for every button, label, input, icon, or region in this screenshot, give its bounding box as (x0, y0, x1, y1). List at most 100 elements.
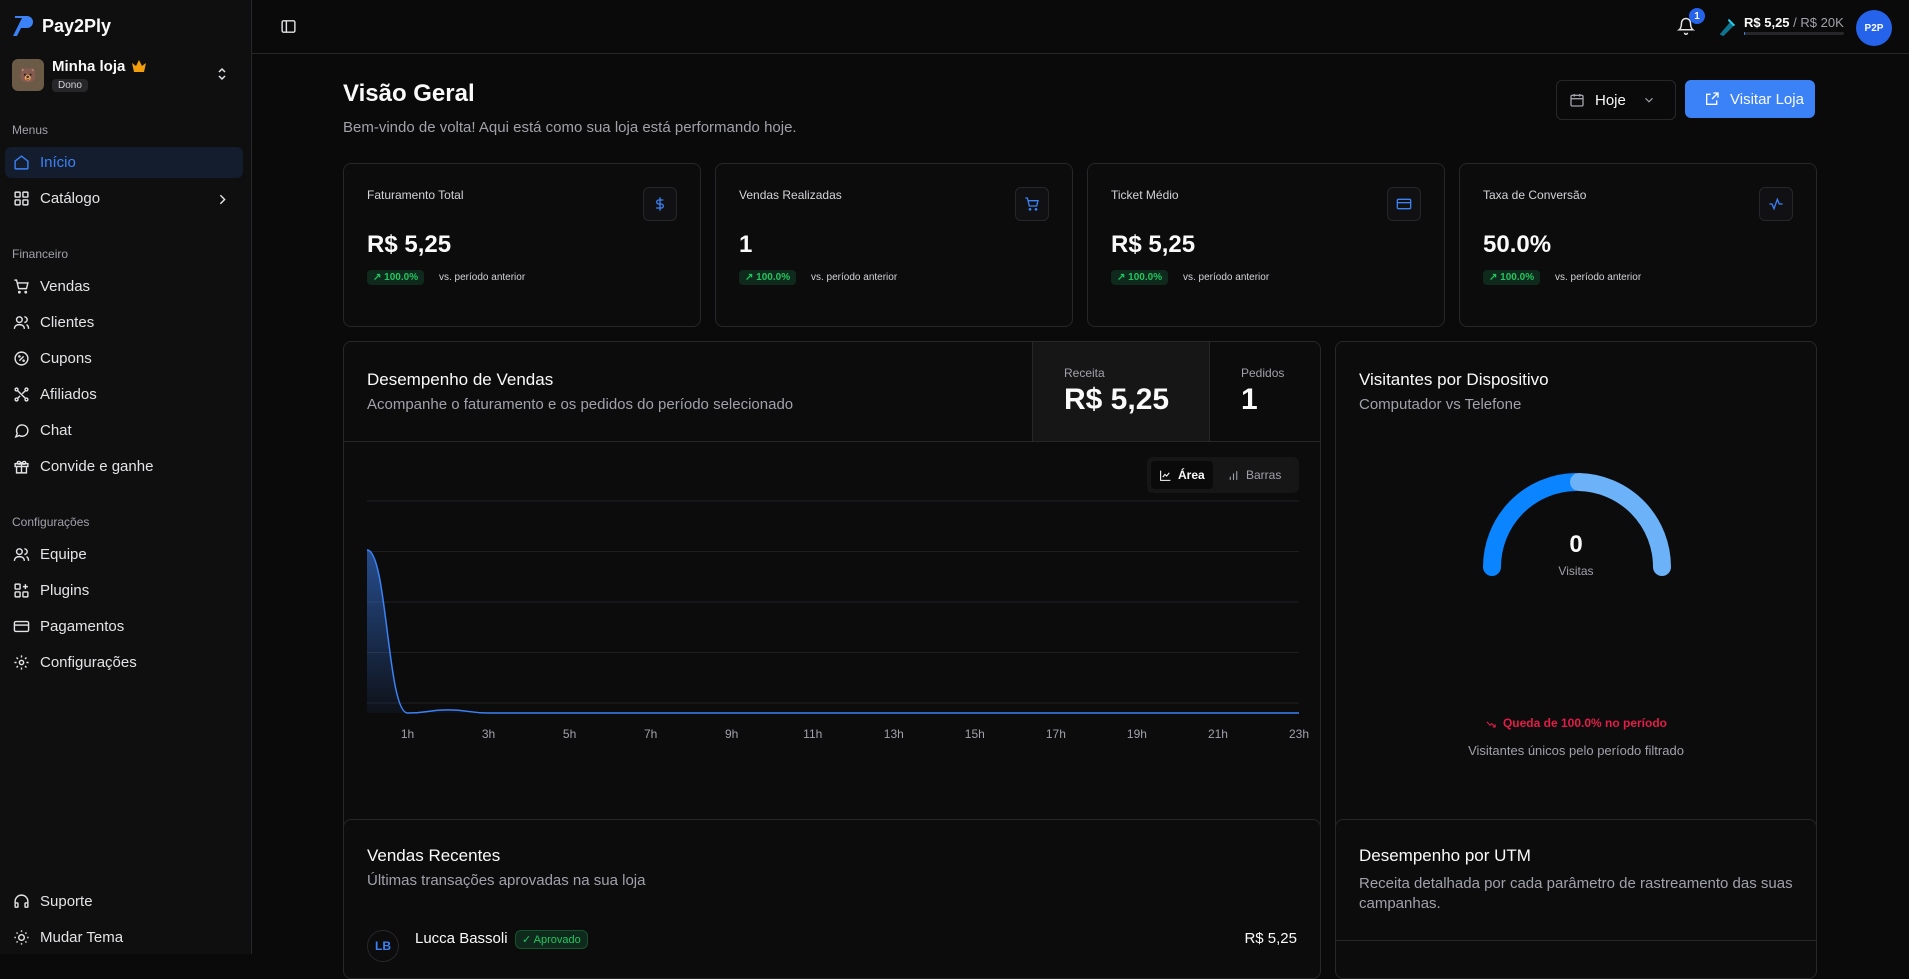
x-tick-label: 5h (562, 727, 577, 741)
visits-footnote: Visitantes únicos pelo período filtrado (1468, 743, 1684, 758)
sidebar-item-label: Mudar Tema (40, 929, 124, 946)
stat-card-sales: Vendas Realizadas 1 ↗ 100.0% vs. período… (715, 163, 1073, 327)
recent-sales-subtitle: Últimas transações aprovadas na sua loja (367, 872, 646, 889)
stat-comparison: vs. período anterior (439, 272, 526, 283)
sales-performance-card: Desempenho de Vendas Acompanhe o faturam… (343, 341, 1321, 859)
x-tick-label: 7h (643, 727, 658, 741)
stat-value: 50.0% (1483, 231, 1552, 258)
sidebar-item-chat[interactable]: Chat (5, 415, 243, 446)
goal-current: R$ 5,25 (1744, 15, 1790, 30)
visits-drop-indicator: Queda de 100.0% no período (1336, 716, 1816, 730)
stat-change-badge: ↗ 100.0% (739, 270, 797, 285)
stat-change: 100.0% (1500, 272, 1535, 283)
goal-progress-fill (1744, 32, 1745, 35)
calendar-icon (1570, 94, 1584, 107)
store-name: Minha loja (52, 57, 126, 75)
visits-label: Visitas (1558, 564, 1594, 578)
utm-subtitle: Receita detalhada por cada parâmetro de … (1359, 875, 1793, 912)
sidebar-item-convide[interactable]: Convide e ganhe (5, 451, 243, 482)
sidebar-toggle-icon[interactable] (280, 18, 297, 35)
x-tick-label: 9h (725, 727, 739, 741)
stat-label: Faturamento Total (367, 188, 464, 202)
sidebar-item-afiliados[interactable]: Afiliados (5, 379, 243, 410)
devices-subtitle: Computador vs Telefone (1359, 396, 1522, 413)
chevrons-up-down-icon (218, 67, 226, 81)
visit-store-label: Visitar Loja (1730, 90, 1804, 108)
x-tick-label: 17h (1045, 727, 1066, 741)
stat-change-badge: ↗ 100.0% (1111, 270, 1169, 285)
sidebar-item-label: Cupons (40, 350, 92, 367)
customer-avatar: LB (367, 930, 399, 962)
user-avatar[interactable]: P2P (1856, 10, 1892, 46)
sidebar-item-cupons[interactable]: Cupons (5, 343, 243, 374)
sidebar-item-label: Clientes (40, 314, 95, 331)
visits-total: 0 (1569, 531, 1583, 558)
notification-count-badge: 1 (1689, 8, 1705, 24)
divider (1336, 940, 1816, 941)
store-switcher[interactable]: 🐻 Minha loja Dono (12, 58, 236, 92)
stat-card-ticket: Ticket Médio R$ 5,25 ↗ 100.0% vs. períod… (1087, 163, 1445, 327)
main-content: Visão Geral Bem-vindo de volta! Aqui est… (252, 54, 1909, 979)
recent-sales-title: Vendas Recentes (367, 846, 501, 865)
team-icon (13, 548, 30, 561)
sidebar-item-mudar-tema[interactable]: Mudar Tema (5, 922, 243, 953)
stat-change-badge: ↗ 100.0% (1483, 270, 1541, 285)
logo-icon (13, 16, 33, 36)
sidebar-item-equipe[interactable]: Equipe (5, 539, 243, 570)
sidebar-item-plugins[interactable]: Plugins (5, 575, 243, 606)
x-tick-label: 21h (1207, 727, 1228, 741)
gear-icon (14, 655, 29, 670)
sidebar-item-inicio[interactable]: Início (5, 147, 243, 178)
sale-amount: R$ 5,25 (1244, 930, 1297, 947)
stat-comparison: vs. período anterior (1555, 272, 1642, 283)
stat-change: 100.0% (756, 272, 791, 283)
goal-target: / R$ 20K (1789, 15, 1844, 30)
card-icon (1387, 187, 1421, 221)
crown-icon (132, 60, 147, 72)
customer-name: Lucca Bassoli (415, 930, 508, 947)
stat-label: Taxa de Conversão (1483, 188, 1587, 202)
sidebar-item-label: Convide e ganhe (40, 458, 154, 475)
sidebar-item-suporte[interactable]: Suporte (5, 886, 243, 917)
sidebar-item-catalogo[interactable]: Catálogo (5, 183, 243, 214)
sidebar-item-label: Catálogo (40, 190, 101, 207)
sidebar-item-label: Vendas (40, 278, 91, 295)
cart-icon (1015, 187, 1049, 221)
x-tick-label: 1h (400, 727, 415, 741)
users-icon (13, 316, 30, 329)
sidebar-item-configuracoes[interactable]: Configurações (5, 647, 243, 678)
chevron-down-icon (1644, 97, 1653, 103)
card-icon (13, 620, 30, 633)
visit-store-button[interactable]: Visitar Loja (1685, 80, 1815, 118)
recent-sales-card: Vendas Recentes Últimas transações aprov… (343, 819, 1321, 979)
stat-card-revenue: Faturamento Total R$ 5,25 ↗ 100.0% vs. p… (343, 163, 701, 327)
stat-value: R$ 5,25 (1111, 231, 1196, 258)
x-tick-label: 3h (481, 727, 496, 741)
page-subtitle: Bem-vindo de volta! Aqui está como sua l… (343, 119, 797, 136)
stat-change-badge: ↗ 100.0% (367, 270, 425, 285)
visits-drop-text: Queda de 100.0% no período (1502, 716, 1668, 730)
chevron-right-icon (219, 194, 226, 205)
status-badge: ✓ Aprovado (515, 930, 588, 949)
stat-comparison: vs. período anterior (1183, 272, 1270, 283)
device-gauge (1483, 473, 1671, 576)
date-filter-select[interactable]: Hoje (1556, 80, 1676, 120)
sidebar-item-clientes[interactable]: Clientes (5, 307, 243, 338)
dollar-icon (643, 187, 677, 221)
app-logo[interactable]: Pay2Ply (12, 14, 111, 38)
trending-down-icon (1486, 721, 1496, 728)
revenue-goal[interactable]: R$ 5,25 / R$ 20K (1744, 15, 1844, 30)
sidebar-item-label: Suporte (40, 893, 93, 910)
x-tick-label: 11h (803, 727, 823, 741)
store-role-badge: Dono (52, 78, 88, 92)
section-menus: Menus (12, 123, 49, 137)
x-tick-label: 23h (1288, 727, 1310, 741)
cart-icon (14, 279, 29, 294)
sidebar-item-vendas[interactable]: Vendas (5, 271, 243, 302)
sidebar-item-pagamentos[interactable]: Pagamentos (5, 611, 243, 642)
sidebar-item-label: Configurações (40, 654, 137, 671)
headset-icon (14, 894, 29, 908)
status-label: Aprovado (533, 934, 581, 946)
sidebar-item-label: Chat (40, 422, 72, 439)
plugins-icon (14, 583, 29, 598)
